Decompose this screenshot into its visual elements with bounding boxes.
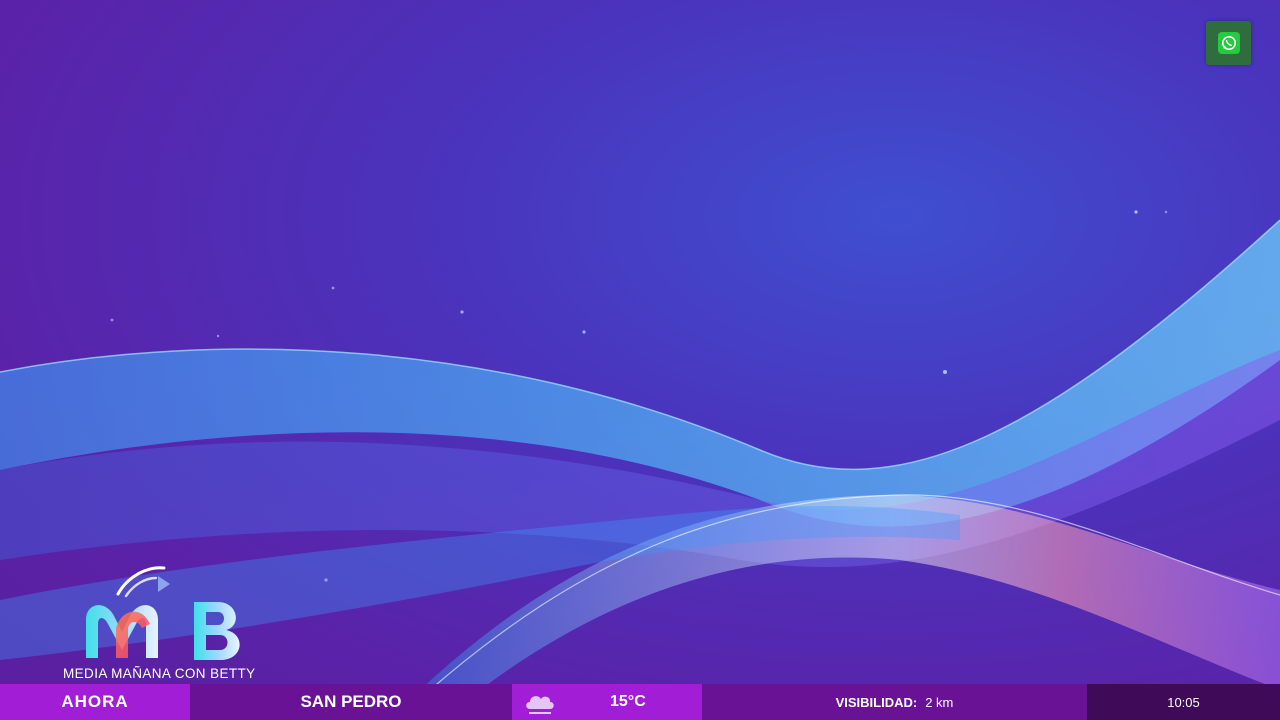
- info-ticker-bar: AHORA SAN PEDRO 15°C VISIBILIDAD: 2 km 1…: [0, 684, 1280, 720]
- clock-time: 10:05: [1087, 684, 1280, 720]
- temperature: 15°C: [610, 693, 646, 710]
- city-name: SAN PEDRO: [190, 684, 512, 720]
- now-label: AHORA: [0, 684, 190, 720]
- tv-screen: MEDIA MAÑANA CON BETTY AHORA SAN PEDRO 1…: [0, 0, 1280, 720]
- mmb-logo: [86, 566, 240, 660]
- whatsapp-icon: [1217, 32, 1240, 54]
- whatsapp-button[interactable]: [1206, 21, 1251, 65]
- visibility-value: 2 km: [925, 694, 954, 710]
- weather-segment: 15°C: [512, 684, 702, 720]
- cloud-icon: [526, 696, 554, 714]
- logo-tagline: MEDIA MAÑANA CON BETTY: [63, 666, 256, 681]
- visibility-label: VISIBILIDAD:: [835, 694, 918, 710]
- visibility-segment: VISIBILIDAD: 2 km: [702, 684, 1087, 720]
